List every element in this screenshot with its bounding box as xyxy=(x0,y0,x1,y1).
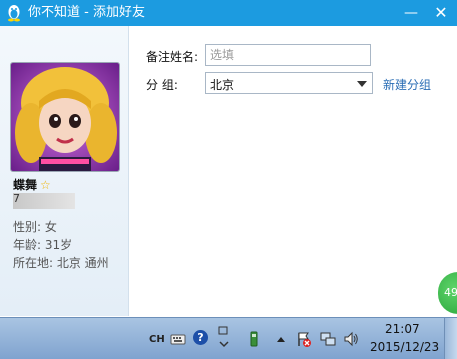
action-center-flag-icon[interactable] xyxy=(296,331,312,347)
clock-date[interactable]: 2015/12/23 xyxy=(370,340,439,354)
qq-penguin-icon xyxy=(8,5,20,22)
group-select-value: 北京 xyxy=(210,78,235,92)
star-icon: ☆ xyxy=(40,178,51,192)
volume-icon[interactable] xyxy=(343,331,359,347)
group-label: 分 组: xyxy=(146,78,178,92)
help-icon[interactable]: ? xyxy=(193,330,208,345)
new-group-link[interactable]: 新建分组 xyxy=(383,76,431,93)
show-desktop-button[interactable] xyxy=(444,318,457,359)
remark-input[interactable] xyxy=(205,44,371,66)
show-hidden-icons-icon[interactable] xyxy=(273,331,289,347)
nickname: 蝶舞 xyxy=(13,178,38,192)
chevron-down-icon[interactable] xyxy=(357,81,367,87)
gender-text: 性别: 女 xyxy=(13,220,57,234)
title-bar: 你不知道 - 添加好友 — ✕ xyxy=(0,0,457,26)
profile-panel: 蝶舞 ☆ 7 性别: 女 年龄: 31岁 所在地: 北京 通州 xyxy=(0,26,129,316)
avatar-image xyxy=(11,63,119,171)
usb-icon[interactable] xyxy=(246,331,262,347)
floating-badge[interactable]: 49 xyxy=(438,272,457,314)
network-icon[interactable] xyxy=(320,331,336,347)
language-indicator[interactable]: CH xyxy=(149,332,165,348)
window-title: 你不知道 - 添加好友 xyxy=(28,5,145,20)
qq-number-redacted: 7 xyxy=(13,192,75,209)
keyboard-icon[interactable] xyxy=(170,331,186,347)
floating-badge-text: 49 xyxy=(444,286,457,299)
location-text: 所在地: 北京 通州 xyxy=(13,256,109,270)
clock-time[interactable]: 21:07 xyxy=(385,322,420,336)
qq-number-prefix: 7 xyxy=(13,192,20,205)
taskbar: CH ? 21:07 2015/12/23 xyxy=(0,317,457,359)
ime-options-icon[interactable] xyxy=(216,326,232,348)
group-select[interactable]: 北京 xyxy=(205,72,373,94)
avatar xyxy=(10,62,120,172)
remark-label: 备注姓名: xyxy=(146,50,199,64)
age-text: 年龄: 31岁 xyxy=(13,238,73,252)
minimize-button[interactable]: — xyxy=(400,2,422,24)
nickname-row: 蝶舞 ☆ xyxy=(13,176,51,193)
close-button[interactable]: ✕ xyxy=(430,2,452,24)
